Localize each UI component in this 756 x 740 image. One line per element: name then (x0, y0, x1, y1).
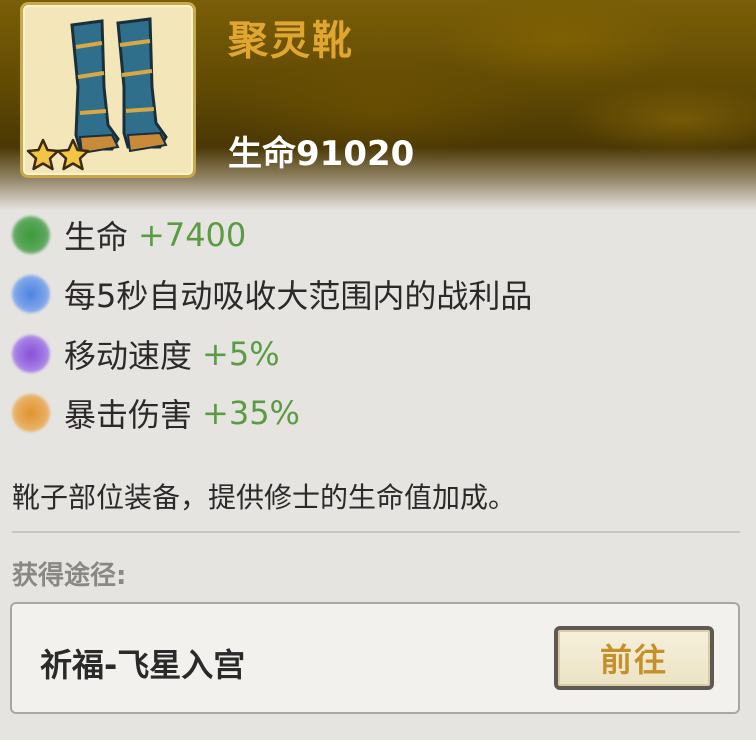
attribute-bonus: +5% (202, 335, 280, 373)
attribute-row: 生命 +7400 (12, 212, 246, 258)
main-stat-value: 91020 (296, 134, 415, 174)
item-description: 靴子部位装备，提供修士的生命值加成。 (12, 481, 517, 514)
item-icon-frame (20, 2, 196, 178)
main-stat-label: 生命 (228, 134, 296, 174)
divider (12, 531, 740, 533)
purple-orb-icon (12, 335, 50, 373)
star-rating (25, 137, 91, 173)
attribute-name: 暴击伤害 (64, 396, 193, 434)
blue-orb-icon (12, 275, 50, 313)
attribute-bonus: +7400 (138, 216, 247, 254)
attribute-name: 移动速度 (64, 337, 193, 375)
main-stat: 生命91020 (228, 126, 414, 175)
attribute-name: 生命 (64, 218, 129, 256)
item-name: 聚灵靴 (228, 17, 354, 64)
green-orb-icon (12, 216, 50, 254)
star-icon (56, 138, 90, 171)
source-name: 祈福-飞星入宫 (40, 646, 246, 684)
source-entry: 祈福-飞星入宫 前往 (10, 602, 740, 714)
source-label: 获得途径: (12, 561, 127, 591)
attribute-row: 每5秒自动吸收大范围内的战利品 (12, 271, 532, 317)
attribute-row: 移动速度 +5% (12, 331, 280, 377)
attribute-name: 每5秒自动吸收大范围内的战利品 (64, 277, 533, 315)
attribute-row: 暴击伤害 +35% (12, 390, 300, 436)
orange-orb-icon (12, 394, 50, 432)
attribute-bonus: +35% (202, 394, 300, 432)
go-button[interactable]: 前往 (554, 626, 714, 690)
